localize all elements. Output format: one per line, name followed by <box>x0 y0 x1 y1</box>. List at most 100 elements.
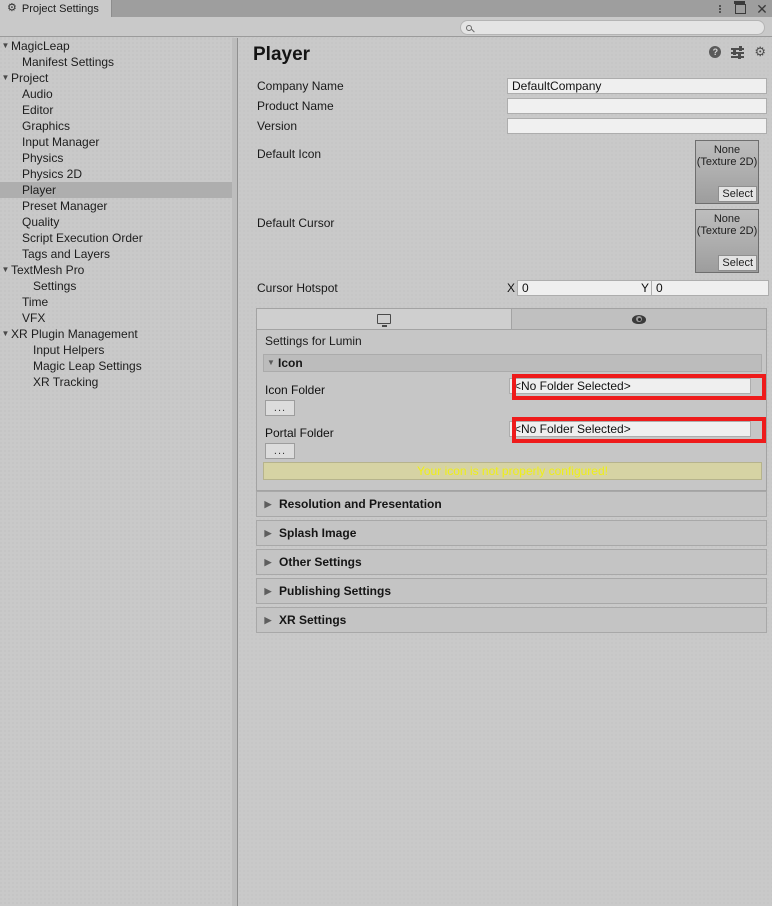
chevron-down-icon: ▼ <box>267 358 275 367</box>
sidebar-item-graphics[interactable]: Graphics <box>0 118 237 134</box>
section-splash-image[interactable]: ▶ Splash Image <box>256 520 767 546</box>
sidebar-item-settings[interactable]: Settings <box>0 278 237 294</box>
tab-label: Project Settings <box>21 2 99 15</box>
section-resolution-and-presentation[interactable]: ▶ Resolution and Presentation <box>256 491 767 517</box>
window-controls: ✕ <box>714 0 768 17</box>
sidebar-item-label: Manifest Settings <box>22 55 115 69</box>
chevron-right-icon: ▶ <box>264 557 272 567</box>
chevron-down-icon[interactable]: ▼ <box>0 70 11 86</box>
gear-icon[interactable]: ⚙ <box>754 45 766 58</box>
close-icon[interactable]: ✕ <box>756 2 768 16</box>
sidebar-item-input-manager[interactable]: Input Manager <box>0 134 237 150</box>
sidebar-item-player[interactable]: Player <box>0 182 237 198</box>
hotspot-x-input[interactable]: 0 <box>517 280 655 296</box>
sidebar-item-label: Editor <box>22 103 54 117</box>
version-label: Version <box>257 119 298 133</box>
search-field[interactable] <box>460 20 765 35</box>
sidebar-item-script-execution-order[interactable]: Script Execution Order <box>0 230 237 246</box>
product-name-input[interactable] <box>507 98 767 114</box>
sidebar-item-manifest-settings[interactable]: Manifest Settings <box>0 54 237 70</box>
object-none-label: None <box>713 213 741 225</box>
section-publishing-settings[interactable]: ▶ Publishing Settings <box>256 578 767 604</box>
chevron-down-icon[interactable]: ▼ <box>0 38 11 54</box>
company-name-input[interactable]: DefaultCompany <box>507 78 767 94</box>
sidebar-item-label: XR Plugin Management <box>11 327 138 341</box>
default-icon-object-field[interactable]: None (Texture 2D) Select <box>695 140 759 204</box>
chevron-down-icon[interactable]: ▼ <box>0 326 11 342</box>
icon-group-header[interactable]: ▼ Icon <box>263 354 762 372</box>
icon-warning-text: Your icon is not properly configured! <box>416 464 608 478</box>
sidebar-item-time[interactable]: Time <box>0 294 237 310</box>
tab-project-settings[interactable]: ⚙ Project Settings <box>0 0 112 17</box>
default-cursor-row: Default Cursor <box>239 213 772 233</box>
icon-group-title: Icon <box>278 356 303 370</box>
maximize-icon[interactable] <box>735 3 747 15</box>
object-type-label: (Texture 2D) <box>696 156 758 168</box>
portal-folder-input[interactable]: <No Folder Selected> <box>509 421 751 437</box>
hotspot-x-label: X <box>507 281 516 295</box>
select-button[interactable]: Select <box>718 255 757 271</box>
default-cursor-object-field[interactable]: None (Texture 2D) Select <box>695 209 759 273</box>
icon-folder-input[interactable]: <No Folder Selected> <box>509 378 751 394</box>
search-icon <box>466 24 472 31</box>
help-icon[interactable]: ? <box>709 46 722 58</box>
sidebar-item-project[interactable]: ▼ Project <box>0 70 237 86</box>
monitor-icon <box>377 314 391 327</box>
select-button[interactable]: Select <box>718 186 757 202</box>
sidebar-item-magic-leap-settings[interactable]: Magic Leap Settings <box>0 358 237 374</box>
search-input[interactable] <box>476 22 746 33</box>
platform-tab-lumin[interactable] <box>512 309 766 329</box>
icon-folder-label: Icon Folder <box>265 383 326 397</box>
section-label: Publishing Settings <box>279 584 392 598</box>
platform-tab-standalone[interactable] <box>257 309 512 329</box>
sidebar-item-label: Settings <box>33 279 77 293</box>
more-vertical-icon[interactable] <box>714 3 726 15</box>
sidebar-item-vfx[interactable]: VFX <box>0 310 237 326</box>
sidebar-item-label: Quality <box>22 215 60 229</box>
default-icon-label: Default Icon <box>257 147 322 161</box>
sidebar-item-magicleap[interactable]: ▼ MagicLeap <box>0 38 237 54</box>
sidebar-item-xr-tracking[interactable]: XR Tracking <box>0 374 237 390</box>
sidebar-item-physics-2d[interactable]: Physics 2D <box>0 166 237 182</box>
hotspot-y-input[interactable]: 0 <box>651 280 769 296</box>
settings-sidebar[interactable]: ▼ MagicLeap Manifest Settings ▼ Project Aud… <box>0 38 238 906</box>
sidebar-item-label: XR Tracking <box>33 375 99 389</box>
sidebar-item-quality[interactable]: Quality <box>0 214 237 230</box>
chevron-down-icon[interactable]: ▼ <box>0 262 11 278</box>
section-xr-settings[interactable]: ▶ XR Settings <box>256 607 767 633</box>
sidebar-item-preset-manager[interactable]: Preset Manager <box>0 198 237 214</box>
platform-tab-strip <box>256 308 767 329</box>
sidebar-item-input-helpers[interactable]: Input Helpers <box>0 342 237 358</box>
sidebar-item-xr-plugin-management[interactable]: ▼ XR Plugin Management <box>0 326 237 342</box>
section-other-settings[interactable]: ▶ Other Settings <box>256 549 767 575</box>
sidebar-item-audio[interactable]: Audio <box>0 86 237 102</box>
search-bar-row <box>0 17 772 37</box>
section-label: Resolution and Presentation <box>279 497 442 511</box>
hotspot-y-label: Y <box>641 281 650 295</box>
player-settings-panel: Player ? ⚙ Company Name DefaultCompany P… <box>239 38 772 906</box>
sidebar-item-label: MagicLeap <box>11 39 70 53</box>
sidebar-item-label: Audio <box>22 87 53 101</box>
object-none-label: None <box>713 144 741 156</box>
portal-folder-browse-button[interactable]: ... <box>265 443 295 459</box>
sidebar-item-physics[interactable]: Physics <box>0 150 237 166</box>
preset-icon[interactable] <box>731 46 745 59</box>
sidebar-item-editor[interactable]: Editor <box>0 102 237 118</box>
sidebar-scrollbar[interactable] <box>232 38 237 906</box>
version-input[interactable] <box>507 118 767 134</box>
sidebar-item-label: Graphics <box>22 119 71 133</box>
sidebar-item-tags-and-layers[interactable]: Tags and Layers <box>0 246 237 262</box>
icon-folder-browse-button[interactable]: ... <box>265 400 295 416</box>
sidebar-item-textmesh-pro[interactable]: ▼ TextMesh Pro <box>0 262 237 278</box>
